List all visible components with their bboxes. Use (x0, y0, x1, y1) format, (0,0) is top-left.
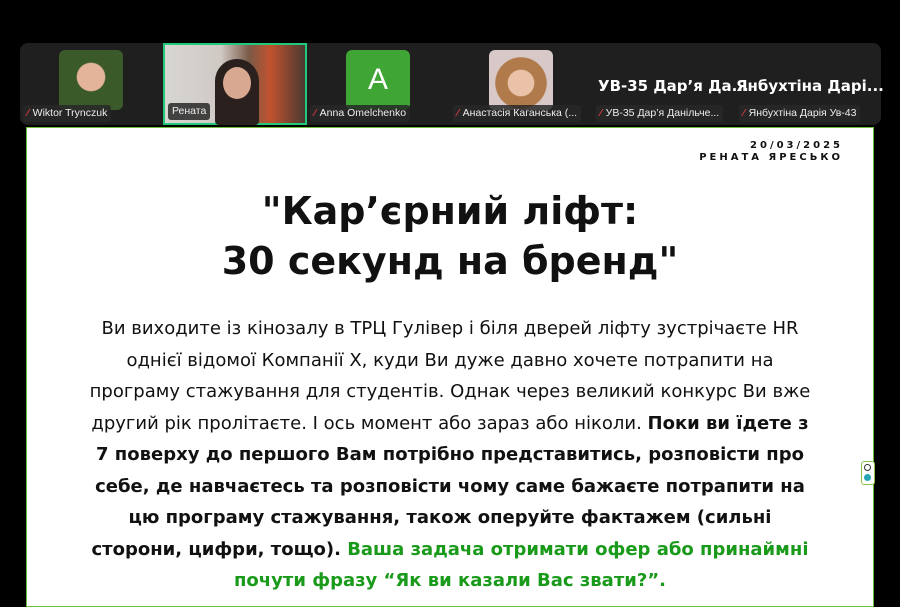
body-text-bold: Поки ви їдете з 7 поверху до першого Вам… (91, 412, 809, 560)
title-line: 30 секунд на бренд" (221, 239, 679, 283)
participant-tile[interactable]: A ⁄ Anna Omelchenko (307, 43, 449, 125)
shared-screen-slide: 20/03/2025 РЕНАТА ЯРЕСЬКО "Кар’єрний ліф… (26, 127, 874, 607)
participant-display-name: УВ-35 Дар’я Да... (598, 77, 749, 95)
mic-muted-icon: ⁄ (457, 108, 459, 119)
mic-muted-icon: ⁄ (27, 108, 29, 119)
name-text: Wiktor Trynczuk (32, 107, 108, 119)
avatar (489, 50, 553, 110)
settings-icon[interactable] (864, 464, 871, 471)
participant-name: ⁄ Анастасія Каганська (... (453, 105, 582, 122)
mic-muted-icon: ⁄ (743, 108, 745, 119)
participant-tile[interactable]: ⁄ Анастасія Каганська (... (450, 43, 592, 125)
participant-strip: ⁄ Wiktor Trynczuk Рената A ⁄ Anna Omelchen… (20, 43, 884, 125)
participant-name: ⁄ Янбухтіна Дарія Ув-43 (739, 105, 861, 122)
slide-meta: 20/03/2025 РЕНАТА ЯРЕСЬКО (699, 140, 843, 164)
participant-tile[interactable]: Янбухтіна Дарі... ⁄ Янбухтіна Дарія Ув-43 (736, 43, 884, 125)
mic-muted-icon: ⁄ (600, 108, 602, 119)
slide-date: 20/03/2025 (750, 140, 843, 151)
participant-name: ⁄ УВ-35 Дар’я Данільче... (596, 105, 724, 122)
participant-name: ⁄ Anna Omelchenko (310, 105, 411, 122)
avatar (59, 50, 123, 110)
slide-author: РЕНАТА ЯРЕСЬКО (699, 152, 843, 163)
name-text: Anna Omelchenko (319, 107, 407, 119)
avatar: A (346, 50, 410, 110)
name-text: Рената (172, 105, 207, 117)
participant-name: ⁄ Wiktor Trynczuk (23, 105, 112, 122)
title-line: "Кар’єрний ліфт: (261, 189, 639, 233)
participant-tile-active[interactable]: Рената (163, 43, 307, 125)
participant-tile[interactable]: УВ-35 Дар’я Да... ⁄ УВ-35 Дар’я Данільче.… (593, 43, 749, 125)
slide-title: "Кар’єрний ліфт: 30 секунд на бренд" (27, 186, 873, 286)
screen-share-controls[interactable] (861, 461, 875, 485)
annotate-icon[interactable] (864, 474, 871, 481)
video-face (223, 67, 251, 99)
name-text: УВ-35 Дар’я Данільче... (605, 107, 720, 119)
mic-muted-icon: ⁄ (314, 108, 316, 119)
slide-body: Ви виходите із кінозалу в ТРЦ Гулівер і … (87, 313, 813, 597)
participant-tile[interactable]: ⁄ Wiktor Trynczuk (20, 43, 162, 125)
participant-name: Рената (168, 103, 211, 120)
name-text: Анастасія Каганська (... (462, 107, 578, 119)
name-text: Янбухтіна Дарія Ув-43 (748, 107, 857, 119)
participant-display-name: Янбухтіна Дарі... (736, 77, 884, 95)
